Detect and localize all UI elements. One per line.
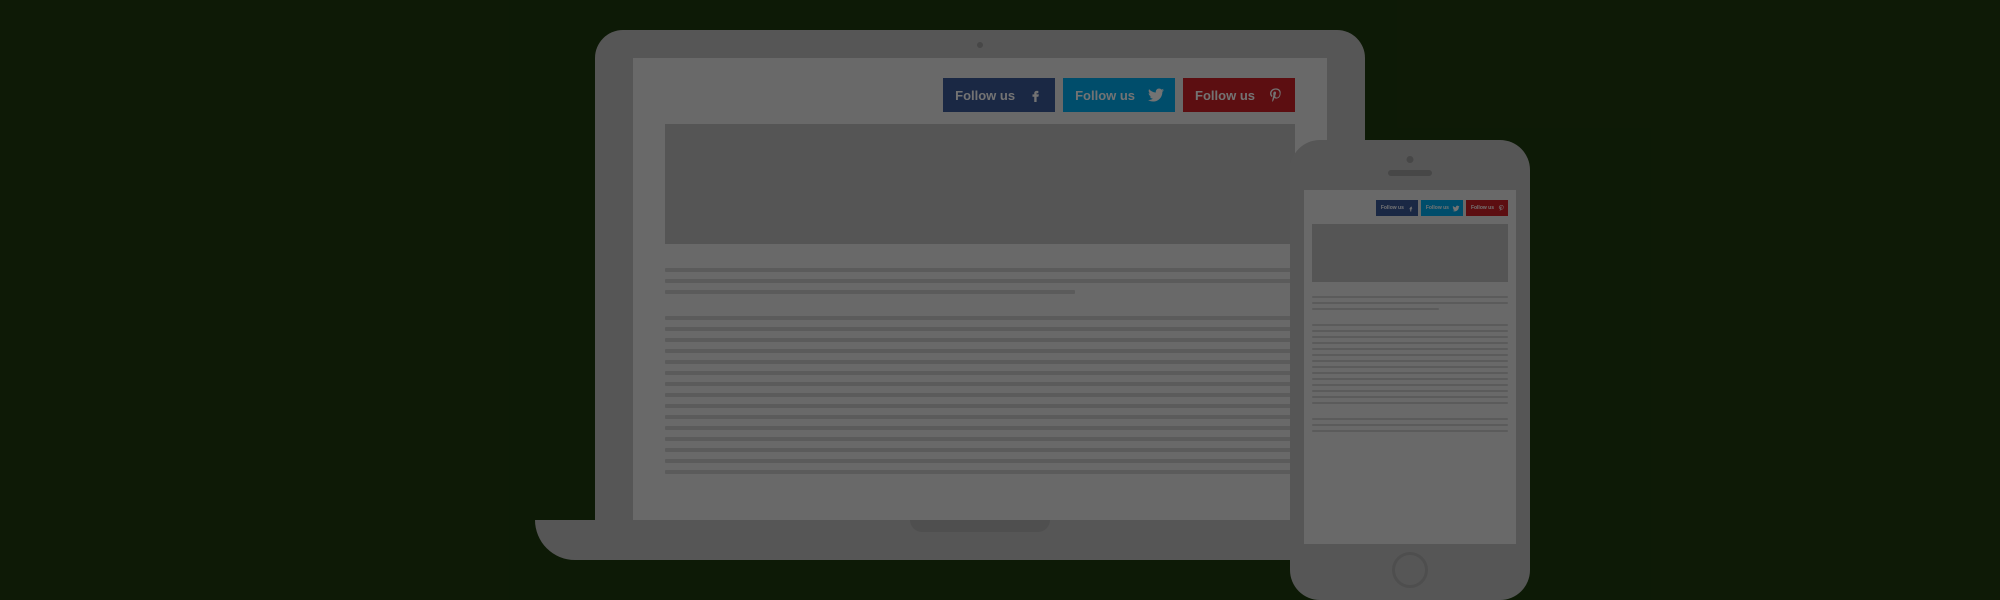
hero-placeholder <box>1312 224 1508 282</box>
text-line <box>1312 378 1508 380</box>
text-line <box>665 426 1295 430</box>
text-line <box>665 437 1295 441</box>
text-line <box>1312 366 1508 368</box>
follow-twitter-label: Follow us <box>1426 205 1449 211</box>
text-line <box>1312 424 1508 426</box>
text-line <box>665 316 1295 320</box>
follow-pinterest-label: Follow us <box>1471 205 1494 211</box>
text-block-1 <box>1312 296 1508 310</box>
text-line <box>665 327 1295 331</box>
follow-facebook-button[interactable]: Follow us <box>1376 200 1418 216</box>
follow-facebook-button[interactable]: Follow us <box>943 78 1055 112</box>
text-line <box>1312 354 1508 356</box>
twitter-icon <box>1452 205 1460 212</box>
phone-mockup: Follow us Follow us Follow us <box>1290 140 1530 600</box>
text-line <box>1312 384 1508 386</box>
text-line <box>1312 342 1508 344</box>
text-line <box>1312 302 1508 304</box>
text-line <box>1312 336 1508 338</box>
phone-screen: Follow us Follow us Follow us <box>1304 190 1516 544</box>
text-line <box>1312 390 1508 392</box>
text-line <box>1312 360 1508 362</box>
phone-camera-icon <box>1407 156 1414 163</box>
text-line <box>1312 324 1508 326</box>
follow-pinterest-button[interactable]: Follow us <box>1466 200 1508 216</box>
text-line <box>665 360 1295 364</box>
text-line <box>1312 418 1508 420</box>
laptop-mockup: Follow us Follow us Follow us <box>595 30 1365 560</box>
phone-home-button-icon <box>1392 552 1428 588</box>
text-line <box>665 290 1075 294</box>
text-line <box>1312 330 1508 332</box>
text-block-1 <box>665 268 1295 294</box>
text-line <box>665 404 1295 408</box>
pinterest-icon <box>1265 85 1287 105</box>
follow-pinterest-button[interactable]: Follow us <box>1183 78 1295 112</box>
social-row: Follow us Follow us Follow us <box>665 78 1295 112</box>
social-row: Follow us Follow us Follow us <box>1312 200 1508 216</box>
text-line <box>665 393 1295 397</box>
laptop-notch <box>910 520 1050 532</box>
facebook-icon <box>1407 204 1415 213</box>
text-line <box>1312 396 1508 398</box>
text-line <box>665 448 1295 452</box>
follow-facebook-label: Follow us <box>955 88 1015 103</box>
follow-pinterest-label: Follow us <box>1195 88 1255 103</box>
text-line <box>665 279 1295 283</box>
text-line <box>665 459 1295 463</box>
text-line <box>665 470 1295 474</box>
follow-twitter-button[interactable]: Follow us <box>1063 78 1175 112</box>
pinterest-icon <box>1497 204 1505 212</box>
text-line <box>665 415 1295 419</box>
follow-facebook-label: Follow us <box>1381 205 1404 211</box>
laptop-screen: Follow us Follow us Follow us <box>633 58 1327 520</box>
text-line <box>1312 308 1439 310</box>
hero-placeholder <box>665 124 1295 244</box>
text-block-2 <box>665 316 1295 474</box>
facebook-icon <box>1025 84 1047 106</box>
text-line <box>1312 402 1508 404</box>
follow-twitter-label: Follow us <box>1075 88 1135 103</box>
laptop-body: Follow us Follow us Follow us <box>595 30 1365 520</box>
text-line <box>1312 348 1508 350</box>
text-block-2 <box>1312 324 1508 404</box>
text-line <box>665 371 1295 375</box>
text-line <box>665 338 1295 342</box>
text-line <box>1312 296 1508 298</box>
text-line <box>665 268 1295 272</box>
follow-twitter-button[interactable]: Follow us <box>1421 200 1463 216</box>
phone-speaker-icon <box>1388 170 1432 176</box>
text-line <box>665 382 1295 386</box>
text-line <box>1312 430 1508 432</box>
text-block-3 <box>1312 418 1508 432</box>
laptop-camera-icon <box>977 42 983 48</box>
twitter-icon <box>1145 87 1167 103</box>
text-line <box>1312 372 1508 374</box>
text-line <box>665 349 1295 353</box>
